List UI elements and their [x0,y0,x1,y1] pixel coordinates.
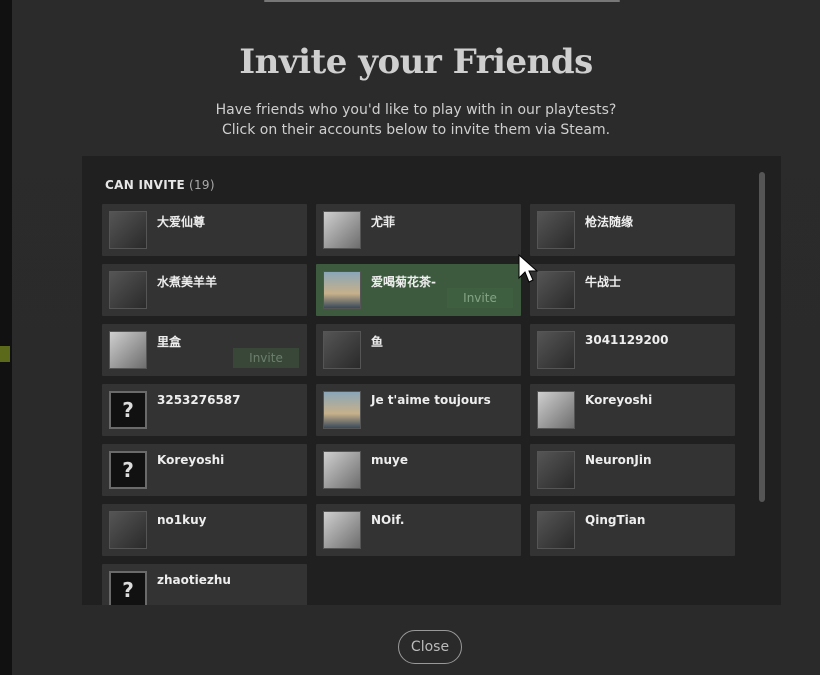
friend-card[interactable]: ? 3253276587 [102,384,307,436]
background-tab [0,346,10,362]
subtitle-line-2: Click on their accounts below to invite … [221,122,611,138]
friend-name: 3041129200 [585,333,669,347]
close-button[interactable]: Close [398,630,462,664]
landscape-avatar [323,391,361,429]
photo-avatar [323,331,361,369]
friend-card[interactable]: 尤菲 [316,204,521,256]
friends-panel: CAN INVITE (19) 大爱仙尊 尤菲 枪法随缘水煮美羊羊 爱喝菊花茶- Invi… [82,156,781,605]
friend-name: 3253276587 [157,393,241,407]
friend-card[interactable]: Koreyoshi [530,384,735,436]
friend-card[interactable]: ? Koreyoshi [102,444,307,496]
section-label: CAN INVITE [105,178,185,192]
friend-name: 水煮美羊羊 [157,275,218,289]
unknown-avatar-icon: ? [109,391,147,429]
friend-card[interactable]: 水煮美羊羊 [102,264,307,316]
invite-button[interactable]: Invite [233,348,299,368]
friend-name: QingTian [585,513,646,527]
section-count: (19) [188,178,215,192]
friend-name: 尤菲 [371,215,396,229]
photo-avatar [537,511,575,549]
friend-card[interactable]: Je t'aime toujours [316,384,521,436]
friend-card[interactable]: 大爱仙尊 [102,204,307,256]
friend-name: Je t'aime toujours [371,393,491,407]
modal-title: Invite your Friends [239,42,593,82]
friend-name: 枪法随缘 [585,215,634,229]
friend-name: NeuronJin [585,453,652,467]
friend-card[interactable]: 里盒 Invite [102,324,307,376]
anime-avatar [323,211,361,249]
friend-card[interactable]: muye [316,444,521,496]
mouse-cursor-icon [518,254,539,283]
friend-card[interactable]: 3041129200 [530,324,735,376]
friend-name: zhaotiezhu [157,573,231,587]
unknown-avatar-icon: ? [109,571,147,605]
photo-avatar [537,331,575,369]
friend-card[interactable]: no1kuy [102,504,307,556]
anime-avatar [323,511,361,549]
friend-card[interactable]: ? zhaotiezhu [102,564,307,605]
panel-scrollbar[interactable] [759,172,765,502]
friend-name: 鱼 [371,335,384,349]
friend-card[interactable]: NOif. [316,504,521,556]
invite-button[interactable]: Invite [447,288,513,308]
friend-name: no1kuy [157,513,207,527]
friend-name: muye [371,453,409,467]
friend-name: NOif. [371,513,405,527]
friend-name: 里盒 [157,335,182,349]
modal-top-bar [264,0,620,2]
friend-card[interactable]: QingTian [530,504,735,556]
friend-name: 爱喝菊花茶- [371,275,436,289]
photo-avatar [109,511,147,549]
friend-card[interactable]: NeuronJin [530,444,735,496]
photo-avatar [537,271,575,309]
photo-avatar [537,211,575,249]
friend-card[interactable]: 牛战士 [530,264,735,316]
subtitle-line-1: Have friends who you'd like to play with… [215,102,617,118]
friend-grid: 大爱仙尊 尤菲 枪法随缘水煮美羊羊 爱喝菊花茶- Invite 牛战士里盒 Invite 鱼 3… [102,204,742,605]
friend-card[interactable]: 爱喝菊花茶- Invite [316,264,521,316]
photo-avatar [109,211,147,249]
modal-subtitle: Have friends who you'd like to play with… [12,100,820,140]
friend-name: Koreyoshi [157,453,225,467]
friend-card[interactable]: 鱼 [316,324,521,376]
anime-avatar [109,331,147,369]
friend-name: 大爱仙尊 [157,215,206,229]
friend-name: Koreyoshi [585,393,653,407]
landscape-avatar [323,271,361,309]
photo-avatar [537,451,575,489]
can-invite-header: CAN INVITE (19) [105,178,215,192]
friend-card[interactable]: 枪法随缘 [530,204,735,256]
invite-friends-modal: Invite your Friends Have friends who you… [12,0,820,675]
friend-name: 牛战士 [585,275,622,289]
unknown-avatar-icon: ? [109,451,147,489]
anime-avatar [537,391,575,429]
background-page [0,0,12,675]
anime-avatar [323,451,361,489]
photo-avatar [109,271,147,309]
